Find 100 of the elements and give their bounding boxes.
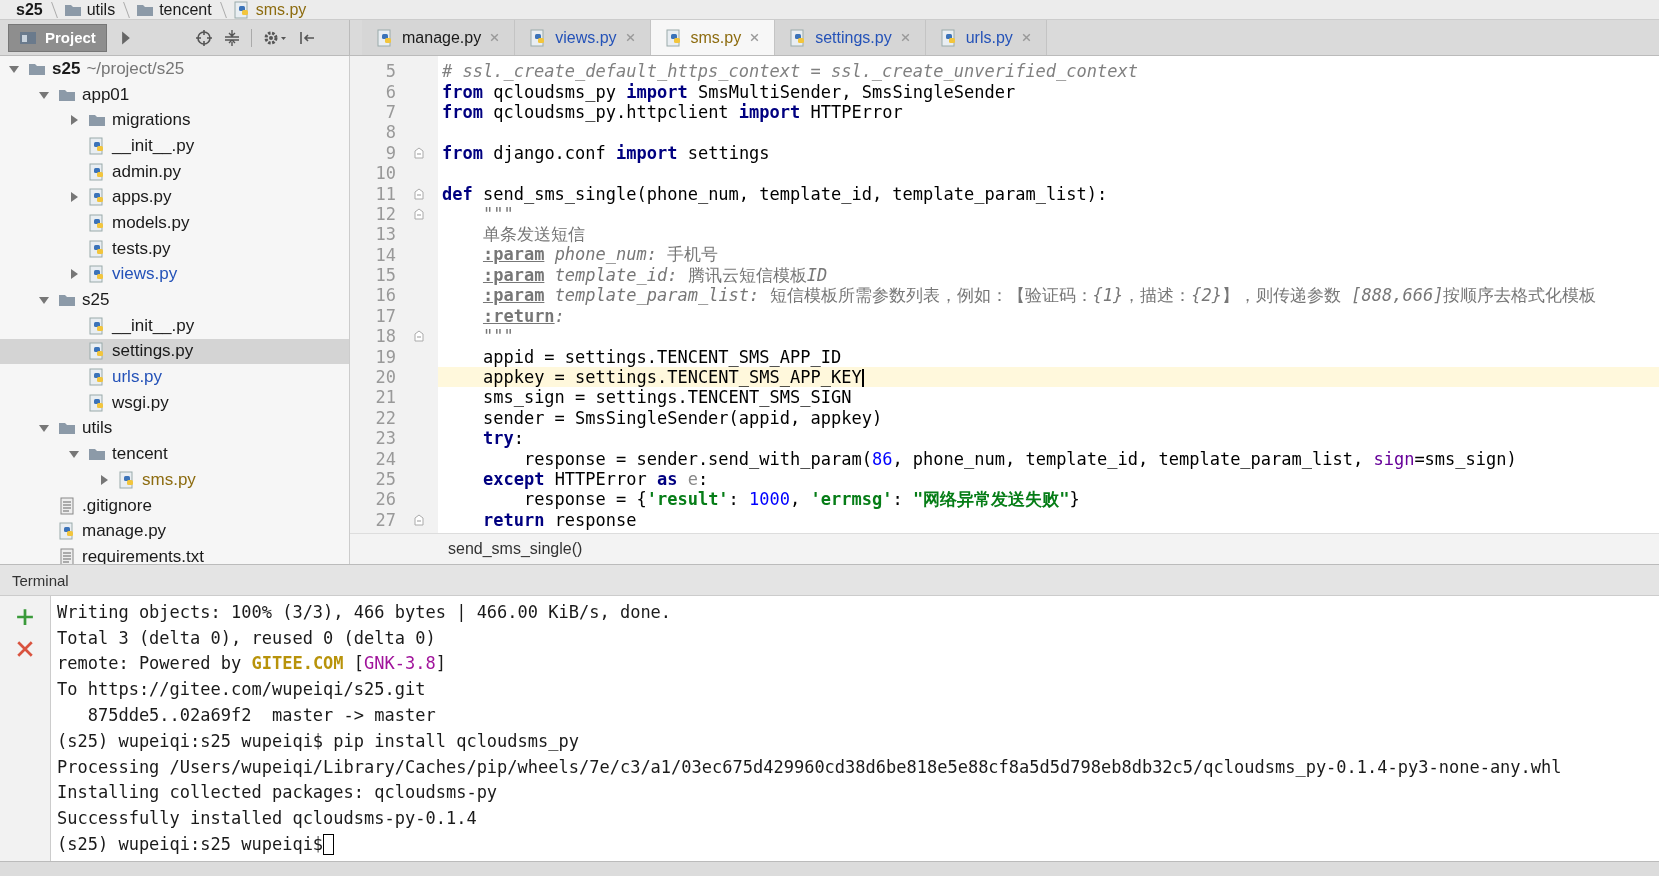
tree-item[interactable]: manage.py — [0, 518, 349, 545]
line-number: 17 — [374, 305, 396, 326]
terminal-line: To https://gitee.com/wupeiqi/s25.git — [57, 678, 427, 702]
line-number: 23 — [374, 428, 396, 449]
tree-item[interactable]: __init__.py — [0, 312, 349, 339]
close-icon[interactable] — [16, 640, 34, 658]
python-file-icon — [88, 393, 106, 412]
terminal-line: Total 3 (delta 0), reused 0 (delta 0) — [57, 626, 437, 650]
line-number: 18 — [374, 326, 396, 347]
line-number: 22 — [374, 407, 396, 428]
editor-tab[interactable]: views.py — [515, 20, 651, 55]
collapsed-arrow-icon[interactable] — [68, 191, 80, 204]
editor-tab[interactable]: urls.py — [925, 20, 1047, 55]
tree-item[interactable]: settings.py — [0, 338, 349, 365]
code-line: response = {'result': 1000, 'errmsg': "网络异常发送失败"} — [523, 488, 1080, 511]
breadcrumb-item[interactable]: tencent — [136, 0, 212, 19]
code-line: sms_sign = settings.TENCENT_SMS_SIGN — [481, 387, 852, 408]
editor-tab[interactable]: manage.py — [362, 20, 516, 55]
code-line: appid = settings.TENCENT_SMS_APP_ID — [481, 346, 842, 367]
terminal-line: remote: Powered by GITEE.COM [GNK-3.8] — [57, 652, 447, 676]
terminal-line: Installing collected packages: qcloudsms-py — [57, 781, 499, 805]
tree-item[interactable]: app01 — [0, 81, 349, 108]
line-number: 7 — [384, 101, 396, 122]
editor-tab[interactable]: settings.py — [775, 20, 926, 55]
line-number: 25 — [374, 469, 396, 489]
line-number: 10 — [374, 163, 396, 184]
python-file-icon — [88, 162, 106, 181]
breadcrumb-item[interactable]: sms.py — [232, 0, 307, 19]
breadcrumb-item[interactable]: utils — [63, 0, 116, 19]
tree-item[interactable]: __init__.py — [0, 133, 349, 159]
code-line: :return: — [481, 305, 565, 326]
line-number: 5 — [384, 61, 396, 82]
text-file-icon — [58, 496, 76, 515]
code-line: def send_sms_single(phone_num, template_id, template_param_list): — [442, 183, 1108, 204]
python-file-icon — [88, 239, 106, 258]
python-file-icon — [88, 265, 106, 284]
tree-item[interactable]: admin.py — [0, 158, 349, 185]
terminal-line: Writing objects: 100% (3/3), 466 bytes | 466.00 KiB/s, done. — [57, 600, 673, 624]
code-line: 单条发送短信 — [481, 222, 585, 246]
code-line: from qcloudsms_py import SmsMultiSender, SmsSingleSender — [442, 81, 1016, 102]
close-icon[interactable] — [749, 32, 761, 43]
terminal-line: (s25) wupeiqi:s25 wupeiqi$ pip install qcloudsms_py — [57, 729, 580, 753]
tree-item[interactable]: wsgi.py — [0, 389, 349, 416]
python-file-icon — [88, 368, 106, 387]
code-line: :param template_param_list: 短信模板所需参数列表，例如：【验证码：{1}，描述：{2}】，则传递参数 [888,666]按顺序去格式化模板 — [481, 285, 1597, 307]
collapsed-arrow-icon[interactable] — [68, 114, 80, 127]
line-number: 24 — [374, 448, 396, 469]
python-file-icon — [118, 470, 136, 489]
line-number: 16 — [374, 285, 396, 306]
code-line: except HTTPError as e: — [481, 469, 709, 489]
python-file-icon — [58, 522, 76, 541]
line-number: 15 — [374, 265, 396, 286]
code-line: :param template_id: 腾讯云短信模板ID — [481, 264, 828, 287]
tree-item[interactable]: urls.py — [0, 364, 349, 390]
add-icon[interactable] — [16, 608, 34, 626]
terminal-line: 875dde5..02a69f2 master -> master — [86, 704, 437, 728]
line-number: 8 — [384, 122, 396, 143]
code-line: from django.conf import settings — [442, 142, 770, 163]
line-number: 21 — [374, 387, 396, 408]
terminal-line: (s25) wupeiqi:s25 wupeiqi$ — [57, 831, 1562, 857]
python-file-icon — [939, 28, 958, 47]
code-line: """ — [481, 326, 514, 347]
line-number: 14 — [374, 244, 396, 265]
line-number: 9 — [384, 142, 396, 163]
collapsed-arrow-icon[interactable] — [68, 268, 80, 281]
breadcrumb-item[interactable]: send_sms_single() — [448, 540, 583, 558]
terminal-line: Processing /Users/wupeiqi/Library/Caches/pip/wheels/7e/c3/a1/03ec675d429960cd38d6be818e5e88cf8a5d5d798eb8db32c5/qcloudsms_py-0.1.4-py3-none-any.whl — [57, 755, 1562, 779]
terminal-line: Successfully installed qcloudsms-py-0.1.4 — [57, 807, 478, 831]
python-file-icon — [88, 342, 106, 361]
python-file-icon — [88, 316, 106, 335]
editor-tab[interactable]: sms.py — [650, 20, 776, 55]
python-file-icon — [88, 136, 106, 155]
tree-item[interactable]: models.py — [0, 210, 349, 236]
line-number: 26 — [374, 489, 396, 510]
tree-item[interactable]: tencent — [0, 441, 349, 467]
python-file-icon — [88, 188, 106, 207]
tree-item[interactable]: s25 ~/project/s25 — [0, 56, 349, 82]
tree-item[interactable]: migrations — [0, 107, 349, 134]
code-line: """ — [481, 203, 514, 224]
collapsed-arrow-icon[interactable] — [98, 473, 110, 486]
code-line: return response — [481, 509, 637, 530]
python-file-icon — [376, 28, 394, 47]
tree-item[interactable]: apps.py — [0, 184, 349, 211]
tree-item[interactable]: utils — [0, 415, 349, 442]
line-number: 20 — [374, 367, 396, 388]
collapse-icon[interactable] — [222, 28, 241, 47]
python-file-icon — [664, 28, 683, 47]
line-number: 13 — [374, 224, 396, 245]
tree-item[interactable]: s25 — [0, 287, 349, 313]
python-file-icon — [88, 213, 106, 232]
tree-item[interactable]: views.py — [0, 261, 349, 288]
line-number: 11 — [374, 183, 396, 204]
tree-item[interactable]: tests.py — [0, 235, 349, 262]
breadcrumb-item[interactable]: s25 — [16, 0, 43, 19]
target-icon[interactable] — [194, 28, 213, 47]
tree-item[interactable]: .gitignore — [0, 492, 349, 519]
tree-item[interactable]: sms.py — [0, 467, 349, 493]
code-line: appkey = settings.TENCENT_SMS_APP_KEY — [442, 367, 864, 388]
code-line: sender = SmsSingleSender(appid, appkey) — [481, 407, 883, 428]
code-line: response = sender.send_with_param(86, phone_num, template_id, template_param_list, sign=sms_sign) — [522, 448, 1517, 469]
